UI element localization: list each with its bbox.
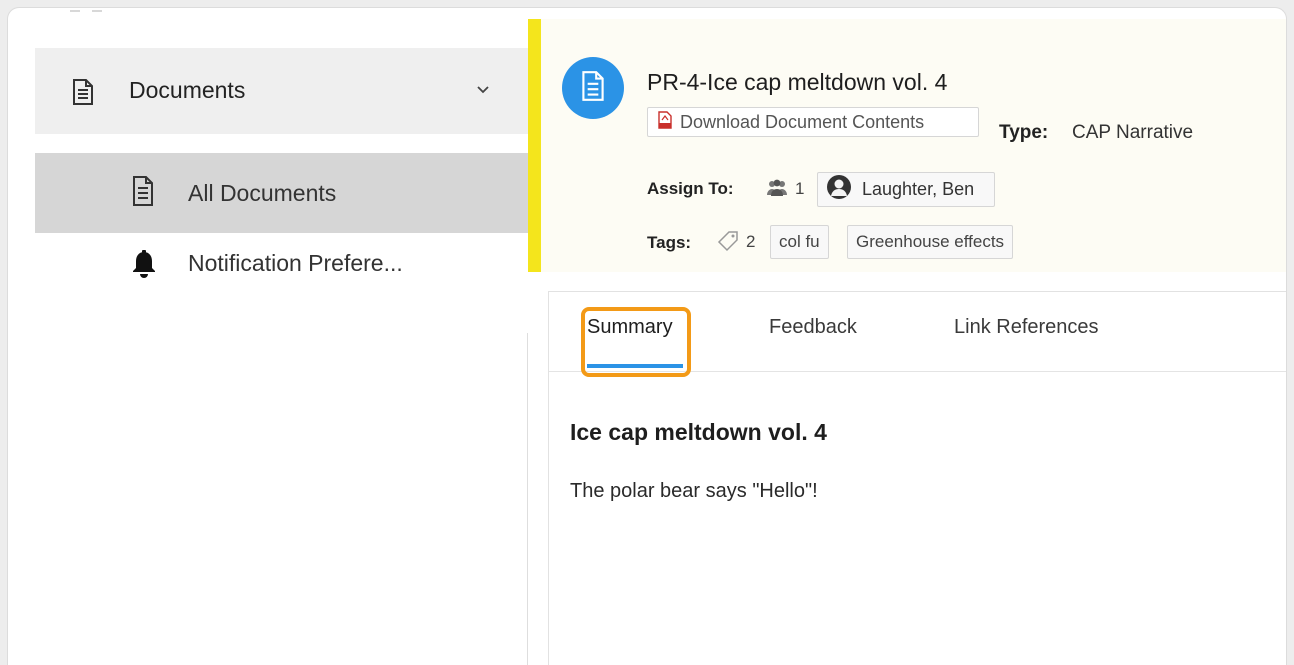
document-icon [131,175,155,212]
chevron-down-icon[interactable] [475,82,491,101]
assignee-count: 1 [795,179,805,198]
type-label: Type: [999,122,1049,143]
sidebar-item-all-documents[interactable]: All Documents [35,153,529,233]
tab-feedback[interactable]: Feedback [769,316,857,339]
assignee-name: Laughter, Ben [862,179,975,199]
download-document-button[interactable]: Download Document Contents [647,107,979,137]
assign-to-label: Assign To: [647,179,734,198]
sidebar-item-label: All Documents [188,180,337,206]
sidebar-group-label: Documents [129,77,246,103]
users-group-icon [765,179,789,202]
document-icon [580,70,606,107]
sidebar-divider [527,333,528,665]
sidebar: Documents All Documents Notification Pre… [35,8,529,665]
document-avatar [562,57,624,119]
document-header: PR-4-Ice cap meltdown vol. 4 Download Do… [528,19,1286,272]
tag-chip[interactable]: Greenhouse effects [847,225,1014,259]
summary-title: Ice cap meltdown vol. 4 [570,419,827,445]
tab-summary[interactable]: Summary [587,316,673,339]
summary-text: The polar bear says "Hello"! [570,480,818,502]
sidebar-group-documents[interactable]: Documents [35,48,529,134]
tab-link-references[interactable]: Link References [954,316,1099,339]
sidebar-item-notification-preferences[interactable]: Notification Prefere... [35,233,529,295]
tags-count: 2 [746,232,756,251]
tags-label: Tags: [647,233,692,252]
assignee-chip[interactable]: Laughter, Ben [817,172,995,207]
document-icon [71,78,95,111]
bell-icon [132,249,156,284]
user-avatar-icon [826,174,852,205]
pdf-file-icon [658,110,672,134]
tag-chip[interactable]: col fu [770,225,829,259]
app-window: Documents All Documents Notification Pre… [7,7,1287,665]
document-title: PR-4-Ice cap meltdown vol. 4 [647,69,948,95]
sidebar-item-label: Notification Prefere... [188,250,403,276]
active-tab-indicator [587,364,683,368]
type-value: CAP Narrative [1072,122,1194,143]
content-panel: Summary Feedback Link References Ice cap… [548,291,1286,665]
tag-icon [717,230,739,257]
download-document-label: Download Document Contents [680,111,925,132]
tab-bar: Summary Feedback Link References [549,292,1286,377]
